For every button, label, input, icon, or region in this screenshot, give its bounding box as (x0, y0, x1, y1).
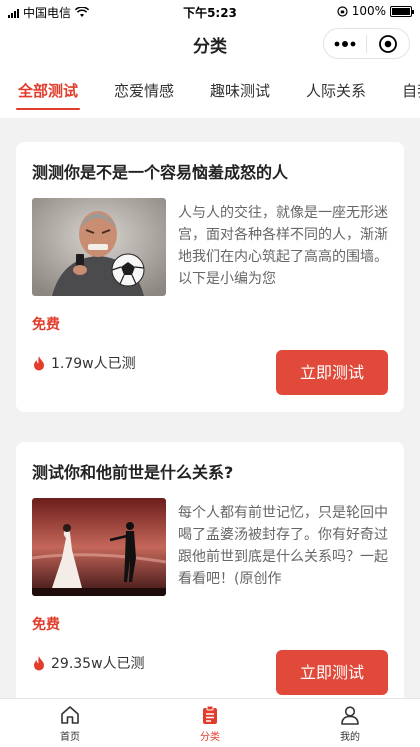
status-right: 100% (337, 4, 414, 18)
bottom-tab-category[interactable]: 分类 (140, 699, 280, 747)
nav-bar: 分类 (0, 22, 420, 64)
battery-percent: 100% (351, 4, 386, 18)
tab-fun-test[interactable]: 趣味测试 (192, 64, 288, 118)
miniapp-capsule (323, 28, 410, 59)
status-bar: 中国电信 下午5:23 100% (0, 0, 420, 22)
bottom-tab-mine[interactable]: 我的 (280, 699, 420, 747)
participants-count: 29.35w人已测 (32, 653, 145, 673)
tab-relationships[interactable]: 人际关系 (288, 64, 384, 118)
start-test-button[interactable]: 立即测试 (276, 350, 388, 395)
clipboard-icon (203, 705, 217, 724)
battery-icon (390, 5, 414, 17)
participants-count-text: 1.79w人已测 (51, 356, 136, 372)
card-thumbnail-couple[interactable] (32, 498, 166, 596)
card-description: 人与人的交往，就像是一座无形迷宫，面对各种各样不同的人，渐渐地我们在内心筑起了高… (178, 205, 388, 287)
start-test-button[interactable]: 立即测试 (276, 650, 388, 695)
angry-man-image (32, 198, 166, 296)
tab-all-tests[interactable]: 全部测试 (0, 64, 96, 118)
price-label: 免费 (32, 317, 60, 333)
more-dots-icon (334, 40, 356, 47)
tab-self[interactable]: 自我 (384, 64, 420, 118)
participants-count-text: 29.35w人已测 (51, 656, 145, 672)
test-card[interactable]: 测测你是不是一个容易恼羞成怒的人 人与人的交往，就像是一座无形迷宫，面对各种各样… (16, 142, 404, 412)
fire-icon (34, 356, 44, 371)
category-tabs: 全部测试 恋爱情感 趣味测试 人际关系 自我 (0, 64, 420, 118)
bottom-tab-home[interactable]: 首页 (0, 699, 140, 747)
card-thumbnail-angry-man[interactable] (32, 198, 166, 296)
bottom-tab-label: 分类 (200, 731, 220, 743)
more-button[interactable] (324, 29, 366, 58)
bottom-tab-label: 我的 (340, 731, 360, 743)
close-miniapp-button[interactable] (367, 29, 409, 58)
card-description: 每个人都有前世记忆，只是轮回中喝了孟婆汤被封存了。你有好奇过跟他前世到底是什么关… (178, 505, 388, 587)
tab-love-emotion[interactable]: 恋爱情感 (96, 64, 192, 118)
fire-icon (34, 656, 44, 671)
couple-silhouette-image (32, 498, 166, 596)
target-icon (379, 34, 397, 53)
card-title: 测测你是不是一个容易恼羞成怒的人 (32, 163, 289, 182)
price-label: 免费 (32, 617, 60, 633)
user-icon (341, 705, 359, 725)
card-title: 测试你和他前世是什么关系? (32, 463, 234, 482)
bottom-tab-bar: 首页 分类 我的 (0, 698, 420, 747)
test-card[interactable]: 测试你和他前世是什么关系? 每个人都有前世记忆，只是轮回中喝了孟婆汤被封存了。你… (16, 442, 404, 698)
home-icon (61, 705, 79, 724)
test-list: 测测你是不是一个容易恼羞成怒的人 人与人的交往，就像是一座无形迷宫，面对各种各样… (0, 126, 420, 698)
participants-count: 1.79w人已测 (32, 353, 136, 373)
bottom-tab-label: 首页 (60, 731, 80, 743)
orientation-lock-icon (337, 5, 348, 17)
